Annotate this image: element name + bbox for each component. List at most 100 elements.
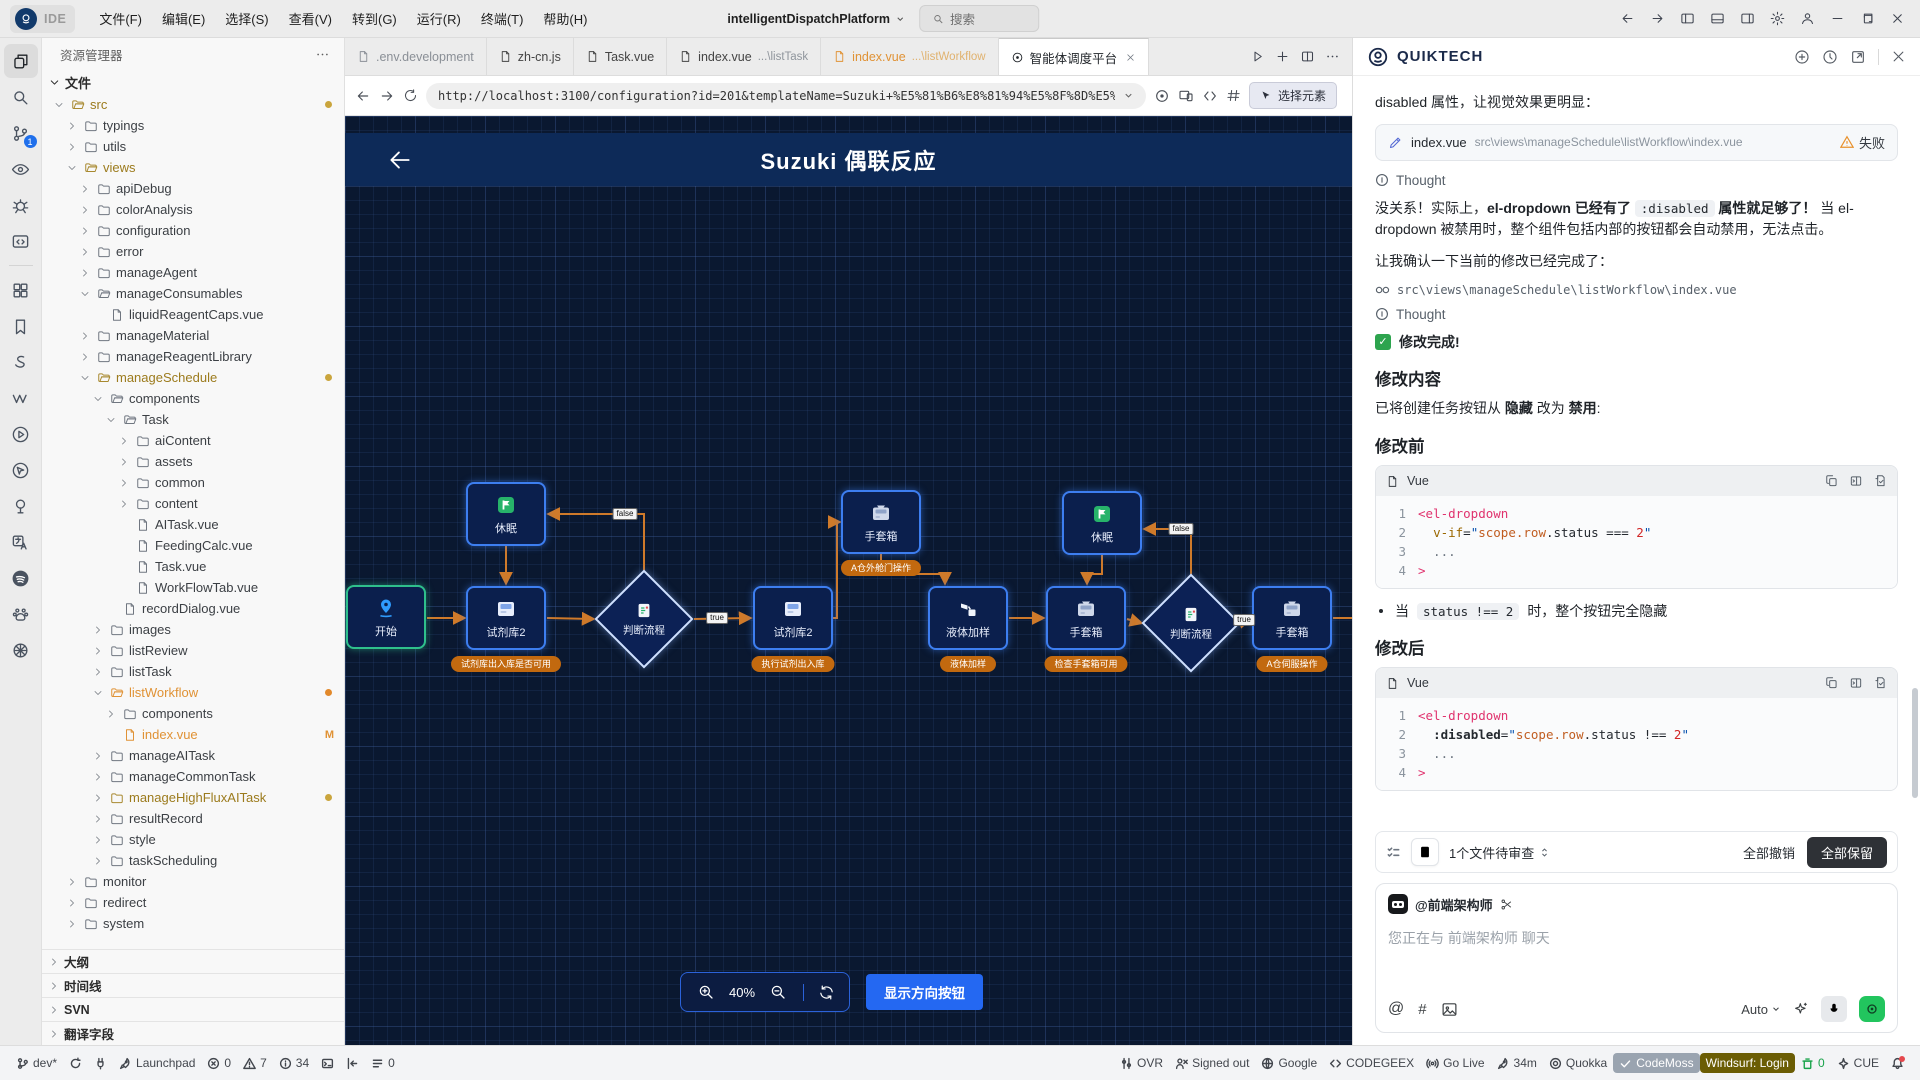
menu-选择(S)[interactable]: 选择(S) xyxy=(215,4,278,33)
tree-item-assets[interactable]: assets xyxy=(42,451,344,472)
status-item-7[interactable]: 7 xyxy=(237,1053,273,1073)
url-input[interactable]: http://localhost:3100/configuration?id=2… xyxy=(426,82,1146,109)
menu-终端(T)[interactable]: 终端(T) xyxy=(471,4,534,33)
insert-icon[interactable] xyxy=(1849,676,1863,690)
tab-智能体调度平台[interactable]: 智能体调度平台 xyxy=(998,38,1150,75)
history-back-icon[interactable] xyxy=(1614,7,1640,31)
window-minimize-icon[interactable] xyxy=(1824,7,1850,31)
play-circle-icon[interactable] xyxy=(4,417,38,451)
paw-icon[interactable] xyxy=(4,597,38,631)
tree-item-typings[interactable]: typings xyxy=(42,115,344,136)
tree-item-listReview[interactable]: listReview xyxy=(42,640,344,661)
tree-check-icon[interactable] xyxy=(4,489,38,523)
status-item-Windsurf: Login[interactable]: Windsurf: Login xyxy=(1699,1053,1795,1073)
status-item-CUE[interactable]: CUE xyxy=(1831,1053,1885,1073)
tree-item-style[interactable]: style xyxy=(42,829,344,850)
tree-item-manageHighFluxAITask[interactable]: manageHighFluxAITask xyxy=(42,787,344,808)
files-icon[interactable] xyxy=(3,44,38,78)
more-actions-icon[interactable] xyxy=(1325,49,1340,64)
tree-item-views[interactable]: views xyxy=(42,157,344,178)
select-element-button[interactable]: 选择元素 xyxy=(1249,82,1338,109)
tab-.env.development[interactable]: .env.development xyxy=(345,38,487,75)
tree-item-liquidReagentCaps.vue[interactable]: liquidReagentCaps.vue xyxy=(42,304,344,325)
open-external-icon[interactable] xyxy=(1850,49,1866,65)
tree-item-error[interactable]: error xyxy=(42,241,344,262)
nav-forward-icon[interactable] xyxy=(379,88,395,104)
split-editor-button[interactable] xyxy=(1300,49,1315,64)
translate-icon[interactable] xyxy=(4,525,38,559)
new-tab-button[interactable] xyxy=(1275,49,1290,64)
thought-toggle[interactable]: Thought xyxy=(1375,173,1898,188)
tree-item-AITask.vue[interactable]: AITask.vue xyxy=(42,514,344,535)
workflow-node-glovebox-top[interactable]: 手套箱 xyxy=(841,490,921,554)
thought-toggle[interactable]: Thought xyxy=(1375,307,1898,322)
zoom-out-icon[interactable] xyxy=(769,983,787,1001)
tab-index.vue[interactable]: index.vue ...\listWorkflow xyxy=(821,38,999,75)
tree-item-listWorkflow[interactable]: listWorkflow xyxy=(42,682,344,703)
undo-all-button[interactable]: 全部撤销 xyxy=(1743,843,1795,862)
menu-文件(F)[interactable]: 文件(F) xyxy=(89,4,152,33)
app-logo[interactable]: IDE xyxy=(10,4,76,33)
close-panel-icon[interactable] xyxy=(1891,49,1906,64)
tree-item-configuration[interactable]: configuration xyxy=(42,220,344,241)
wave-icon[interactable] xyxy=(4,381,38,415)
hash-icon[interactable] xyxy=(1226,88,1241,103)
code-brackets-icon[interactable] xyxy=(1202,88,1218,104)
tree-item-index.vue[interactable]: index.vue M xyxy=(42,724,344,745)
tab-index.vue[interactable]: index.vue ...\listTask xyxy=(667,38,822,75)
tree-item-manageSchedule[interactable]: manageSchedule xyxy=(42,367,344,388)
status-item-sync[interactable] xyxy=(63,1054,88,1073)
status-item-Google[interactable]: Google xyxy=(1255,1053,1323,1073)
preview-window-icon[interactable] xyxy=(4,224,38,258)
apply-icon[interactable] xyxy=(1873,676,1887,690)
section-files[interactable]: 文件 xyxy=(42,70,344,94)
nav-back-icon[interactable] xyxy=(355,88,371,104)
tree-item-resultRecord[interactable]: resultRecord xyxy=(42,808,344,829)
tab-zh-cn.js[interactable]: zh-cn.js xyxy=(486,38,574,75)
status-item-Signed out[interactable]: Signed out xyxy=(1169,1053,1255,1073)
tree-item-images[interactable]: images xyxy=(42,619,344,640)
status-item-bell[interactable] xyxy=(1885,1054,1910,1073)
tree-item-redirect[interactable]: redirect xyxy=(42,892,344,913)
tree-item-content[interactable]: content xyxy=(42,493,344,514)
record-icon[interactable] xyxy=(1154,88,1170,104)
more-actions-icon[interactable] xyxy=(315,47,330,62)
source-control-icon[interactable]: 1 xyxy=(4,116,38,150)
reset-view-icon[interactable] xyxy=(818,984,835,1001)
settings-gear-icon[interactable] xyxy=(1764,7,1790,31)
tree-item-manageMaterial[interactable]: manageMaterial xyxy=(42,325,344,346)
tree-item-monitor[interactable]: monitor xyxy=(42,871,344,892)
sidebar-section-翻译字段[interactable]: 翻译字段 xyxy=(42,1021,344,1045)
status-item-0[interactable]: 0 xyxy=(365,1053,401,1073)
zoom-in-icon[interactable] xyxy=(697,983,715,1001)
bug-icon[interactable] xyxy=(4,188,38,222)
project-switcher[interactable]: intelligentDispatchPlatform xyxy=(727,12,905,26)
tree-item-manageReagentLibrary[interactable]: manageReagentLibrary xyxy=(42,346,344,367)
workflow-node-glovebox3[interactable]: 手套箱 xyxy=(1252,586,1332,650)
snippet-icon[interactable] xyxy=(4,345,38,379)
eye-icon[interactable] xyxy=(4,152,38,186)
tree-item-taskScheduling[interactable]: taskScheduling xyxy=(42,850,344,871)
status-item-Go Live[interactable]: Go Live xyxy=(1420,1053,1490,1073)
layout-right-icon[interactable] xyxy=(1734,7,1760,31)
status-item-plug[interactable] xyxy=(88,1054,113,1073)
window-close-icon[interactable] xyxy=(1884,7,1910,31)
voice-send-button[interactable] xyxy=(1859,996,1885,1022)
workflow-node-glovebox2[interactable]: 手套箱 xyxy=(1046,586,1126,650)
tab-close-icon[interactable] xyxy=(1125,52,1136,63)
mention-icon[interactable]: @ xyxy=(1388,1000,1404,1018)
tree-item-FeedingCalc.vue[interactable]: FeedingCalc.vue xyxy=(42,535,344,556)
new-chat-icon[interactable] xyxy=(1794,49,1810,65)
status-item-Launchpad[interactable]: Launchpad xyxy=(113,1053,201,1073)
history-forward-icon[interactable] xyxy=(1644,7,1670,31)
scrollbar[interactable] xyxy=(1912,688,1918,798)
workflow-node-liquid[interactable]: 液体加样 xyxy=(928,586,1008,650)
workflow-node-reagent1[interactable]: 试剂库2 xyxy=(466,586,546,650)
menu-查看(V)[interactable]: 查看(V) xyxy=(279,4,342,33)
tree-item-manageConsumables[interactable]: manageConsumables xyxy=(42,283,344,304)
status-item-goleft[interactable] xyxy=(340,1054,365,1073)
tree-item-components[interactable]: components xyxy=(42,388,344,409)
status-item-0[interactable]: 0 xyxy=(201,1053,237,1073)
menu-运行(R)[interactable]: 运行(R) xyxy=(407,4,471,33)
pending-file-icon[interactable] xyxy=(1411,838,1439,866)
